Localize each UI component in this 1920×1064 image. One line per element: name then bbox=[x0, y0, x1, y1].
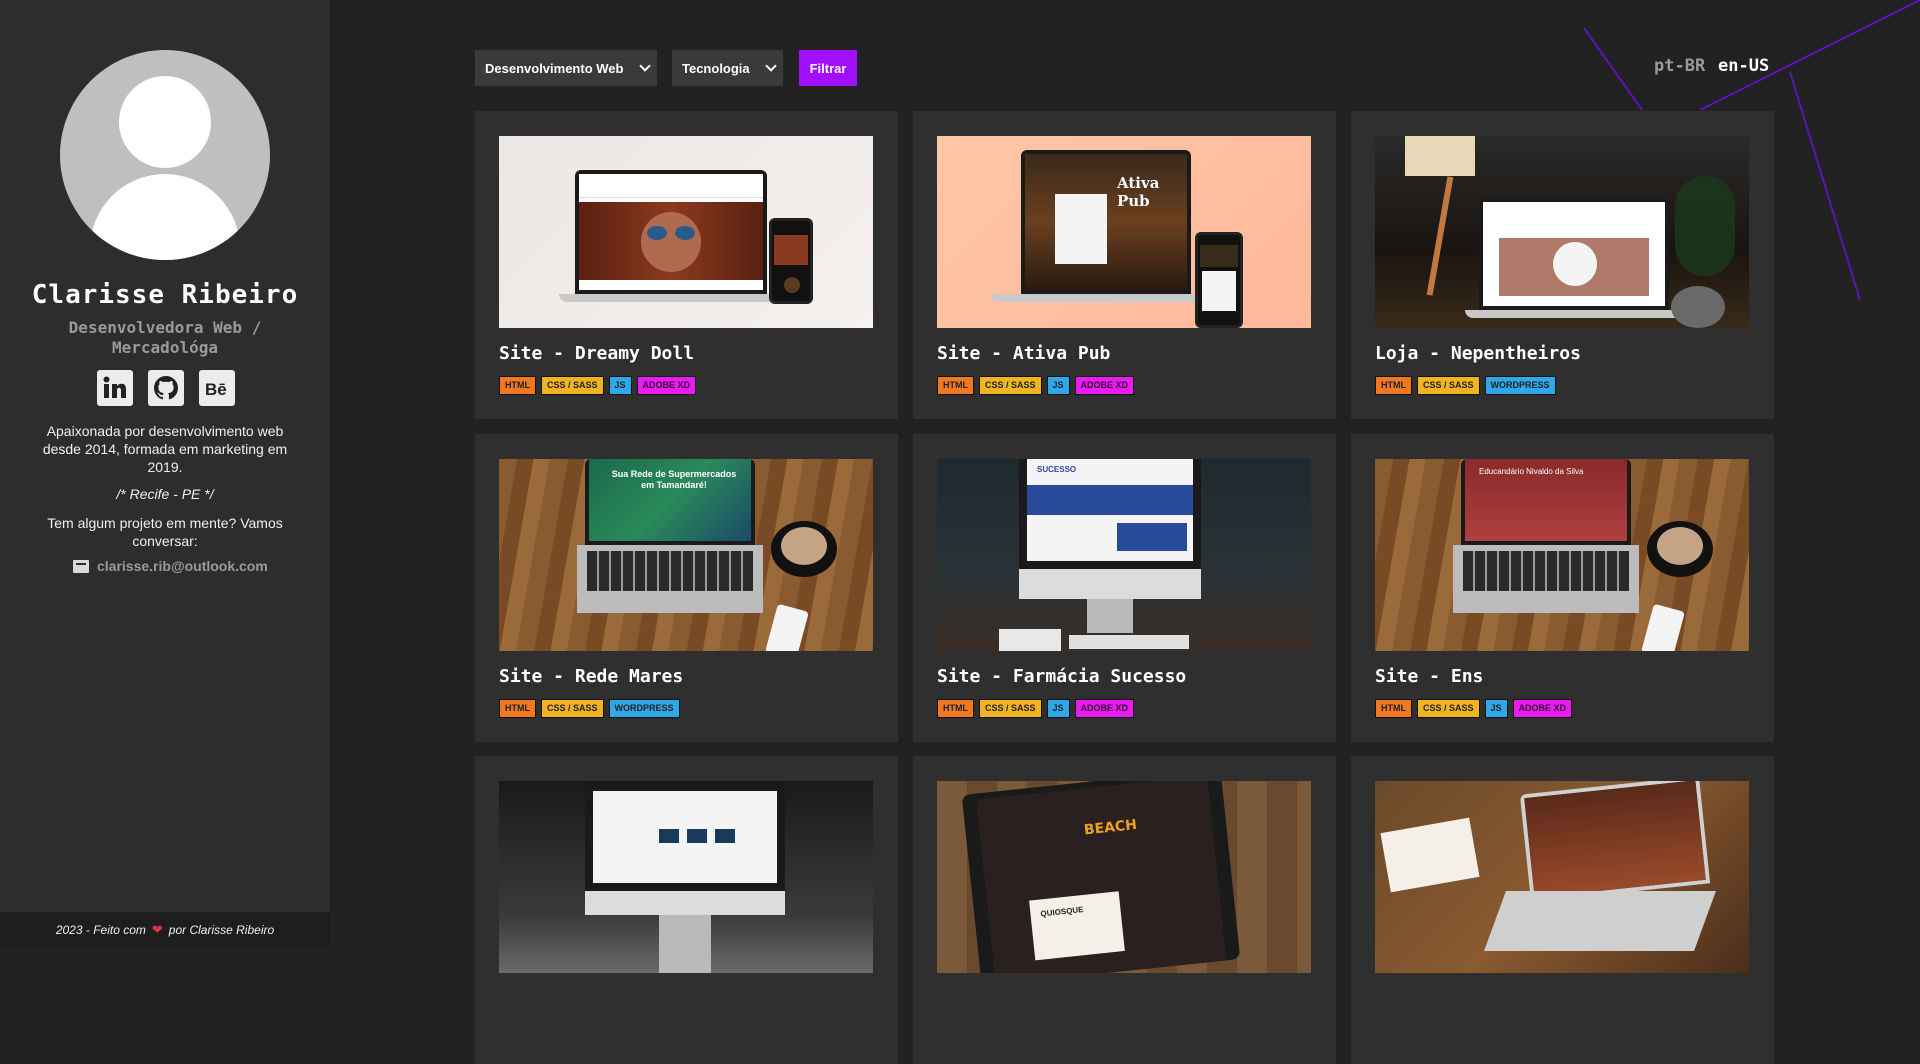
tag-js: JS bbox=[1484, 699, 1508, 718]
tag-adobe-xd: ADOBE XD bbox=[1074, 376, 1135, 395]
chevron-down-icon bbox=[639, 60, 651, 72]
tag-html: HTML bbox=[499, 376, 536, 395]
project-card[interactable]: BEACH QUIOSQUE bbox=[913, 756, 1336, 1064]
thumb-mares-text: Sua Rede de Supermercados em Tamandaré! bbox=[611, 469, 737, 490]
tag-css: CSS / SASS bbox=[541, 699, 604, 718]
tag-css: CSS / SASS bbox=[541, 376, 604, 395]
project-title: Site - Farmácia Sucesso bbox=[937, 666, 1187, 687]
profile-bio: Apaixonada por desenvolvimento web desde… bbox=[42, 423, 288, 475]
project-thumbnail: Ativa Pub bbox=[937, 136, 1311, 328]
mail-icon bbox=[73, 559, 89, 573]
profile-cta: Tem algum projeto em mente? Vamos conver… bbox=[47, 515, 283, 549]
project-card[interactable]: Site - Dreamy Doll HTML CSS / SASS JS AD… bbox=[475, 111, 898, 419]
project-thumbnail: BEACH QUIOSQUE bbox=[937, 781, 1311, 973]
behance-icon[interactable]: Bē bbox=[199, 370, 235, 406]
lang-pt-br[interactable]: pt-BR bbox=[1654, 56, 1705, 76]
tag-html: HTML bbox=[1375, 699, 1412, 718]
project-tags: HTML CSS / SASS JS ADOBE XD bbox=[499, 376, 697, 395]
tech-select-value: Tecnologia bbox=[682, 60, 750, 76]
tag-js: JS bbox=[608, 376, 632, 395]
tech-select[interactable]: Tecnologia bbox=[672, 50, 783, 86]
project-title: Loja - Nepentheiros bbox=[1375, 343, 1581, 364]
thumb-ens-text: Educandário Nivaldo da Silva bbox=[1479, 467, 1584, 476]
linkedin-icon[interactable] bbox=[97, 370, 133, 406]
project-card[interactable]: SUCESSO Site - Farmácia Sucesso HTML CSS… bbox=[913, 434, 1336, 742]
project-card[interactable]: Educandário Nivaldo da Silva Site - Ens … bbox=[1351, 434, 1774, 742]
profile-role: Desenvolvedora Web / Mercadológa bbox=[68, 318, 262, 357]
social-links: Bē bbox=[97, 370, 235, 406]
project-title: Site - Ativa Pub bbox=[937, 343, 1111, 364]
project-card[interactable]: Loja - Nepentheiros HTML CSS / SASS WORD… bbox=[1351, 111, 1774, 419]
project-tags: HTML CSS / SASS JS ADOBE XD bbox=[937, 376, 1135, 395]
project-tags: HTML CSS / SASS WORDPRESS bbox=[499, 699, 680, 718]
avatar bbox=[60, 50, 270, 260]
project-card[interactable] bbox=[475, 756, 898, 1064]
footer: 2023 - Feito com ❤ por Clarisse Ribeiro bbox=[0, 912, 330, 947]
sidebar: Clarisse Ribeiro Desenvolvedora Web / Me… bbox=[0, 0, 330, 947]
profile-location: /* Recife - PE */ bbox=[116, 486, 214, 502]
project-tags: HTML CSS / SASS WORDPRESS bbox=[1375, 376, 1556, 395]
project-thumbnail bbox=[499, 781, 873, 973]
thumb-sucesso-text: SUCESSO bbox=[1037, 465, 1077, 474]
project-title: Site - Ens bbox=[1375, 666, 1484, 687]
lang-en-us[interactable]: en-US bbox=[1718, 56, 1769, 76]
category-select-value: Desenvolvimento Web bbox=[485, 60, 624, 76]
tag-css: CSS / SASS bbox=[1417, 376, 1480, 395]
project-title: Site - Rede Mares bbox=[499, 666, 684, 687]
tag-html: HTML bbox=[1375, 376, 1412, 395]
tag-html: HTML bbox=[937, 376, 974, 395]
tag-html: HTML bbox=[499, 699, 536, 718]
project-card[interactable]: Ativa Pub Site - Ativa Pub HTML CSS / SA… bbox=[913, 111, 1336, 419]
filter-button[interactable]: Filtrar bbox=[799, 50, 857, 86]
chevron-down-icon bbox=[765, 60, 777, 72]
heart-icon: ❤ bbox=[151, 921, 163, 937]
tag-js: JS bbox=[1046, 376, 1070, 395]
thumb-ativa-text: Ativa Pub bbox=[1117, 174, 1160, 210]
project-tags: HTML CSS / SASS JS ADOBE XD bbox=[937, 699, 1135, 718]
tag-adobe-xd: ADOBE XD bbox=[1512, 699, 1573, 718]
tag-js: JS bbox=[1046, 699, 1070, 718]
tag-wordpress: WORDPRESS bbox=[608, 699, 680, 718]
github-icon[interactable] bbox=[148, 370, 184, 406]
tag-css: CSS / SASS bbox=[1417, 699, 1480, 718]
email-link[interactable]: clarisse.rib@outlook.com bbox=[73, 558, 268, 574]
project-card[interactable] bbox=[1351, 756, 1774, 1064]
tag-adobe-xd: ADOBE XD bbox=[636, 376, 697, 395]
project-thumbnail: Sua Rede de Supermercados em Tamandaré! bbox=[499, 459, 873, 651]
email-text: clarisse.rib@outlook.com bbox=[97, 558, 268, 574]
tag-html: HTML bbox=[937, 699, 974, 718]
project-thumbnail bbox=[1375, 136, 1749, 328]
footer-suffix: por Clarisse Ribeiro bbox=[168, 922, 275, 937]
project-thumbnail bbox=[1375, 781, 1749, 973]
project-title: Site - Dreamy Doll bbox=[499, 343, 695, 364]
project-tags: HTML CSS / SASS JS ADOBE XD bbox=[1375, 699, 1573, 718]
category-select[interactable]: Desenvolvimento Web bbox=[475, 50, 657, 86]
profile-name: Clarisse Ribeiro bbox=[31, 280, 299, 310]
project-thumbnail: SUCESSO bbox=[937, 459, 1311, 651]
tag-css: CSS / SASS bbox=[979, 376, 1042, 395]
tag-adobe-xd: ADOBE XD bbox=[1074, 699, 1135, 718]
tag-wordpress: WORDPRESS bbox=[1484, 376, 1556, 395]
svg-text:Bē: Bē bbox=[205, 380, 227, 399]
project-thumbnail: Educandário Nivaldo da Silva bbox=[1375, 459, 1749, 651]
tag-css: CSS / SASS bbox=[979, 699, 1042, 718]
footer-prefix: 2023 - Feito com bbox=[55, 922, 146, 937]
project-thumbnail bbox=[499, 136, 873, 328]
project-card[interactable]: Sua Rede de Supermercados em Tamandaré! … bbox=[475, 434, 898, 742]
